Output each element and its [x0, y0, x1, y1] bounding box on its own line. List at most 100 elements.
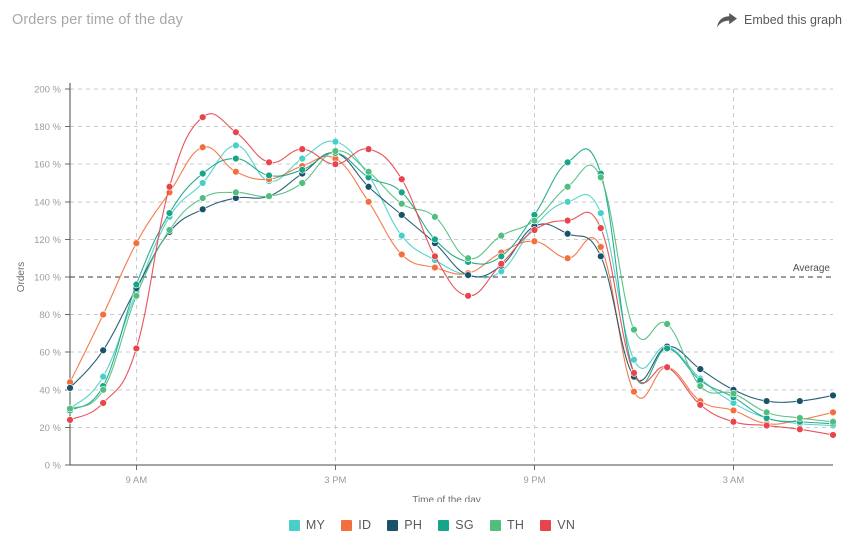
data-point[interactable] [398, 211, 406, 219]
data-point[interactable] [298, 154, 306, 163]
data-point[interactable] [431, 213, 439, 221]
data-point[interactable] [99, 310, 107, 319]
data-point[interactable] [431, 252, 439, 261]
data-point[interactable] [829, 431, 837, 439]
data-point[interactable] [132, 239, 141, 247]
data-point[interactable] [796, 414, 804, 422]
data-point[interactable] [232, 154, 240, 163]
embed-this-graph-button[interactable]: Embed this graph [717, 12, 842, 28]
data-point[interactable] [563, 158, 572, 167]
data-point[interactable] [729, 406, 738, 415]
data-point[interactable] [99, 346, 107, 355]
data-point[interactable] [729, 418, 738, 426]
data-point[interactable] [199, 143, 207, 151]
data-point[interactable] [563, 230, 572, 238]
data-point[interactable] [663, 363, 671, 371]
data-point[interactable] [696, 401, 704, 409]
data-point[interactable] [99, 372, 107, 381]
data-point[interactable] [464, 254, 472, 262]
data-point[interactable] [663, 344, 671, 353]
data-point[interactable] [232, 188, 240, 197]
data-point[interactable] [597, 243, 605, 251]
data-point[interactable] [132, 292, 141, 300]
data-point[interactable] [265, 158, 273, 167]
data-point[interactable] [199, 194, 207, 202]
data-point[interactable] [132, 280, 141, 289]
data-point[interactable] [696, 382, 704, 390]
data-point[interactable] [530, 216, 539, 225]
data-point[interactable] [199, 169, 207, 178]
legend-item-th[interactable]: TH [489, 518, 524, 532]
data-point[interactable] [530, 226, 539, 234]
data-point[interactable] [364, 168, 373, 176]
data-point[interactable] [829, 408, 837, 417]
legend-item-sg[interactable]: SG [438, 518, 474, 532]
data-point[interactable] [431, 263, 439, 272]
data-point[interactable] [364, 198, 373, 206]
data-point[interactable] [66, 416, 74, 424]
data-point[interactable] [265, 192, 273, 200]
data-point[interactable] [729, 389, 738, 398]
data-point[interactable] [563, 216, 572, 225]
data-point[interactable] [696, 365, 704, 373]
data-point[interactable] [464, 271, 472, 279]
data-point[interactable] [563, 254, 572, 262]
data-point[interactable] [497, 231, 505, 240]
data-point[interactable] [431, 235, 439, 244]
data-point[interactable] [464, 292, 472, 300]
data-point[interactable] [66, 384, 74, 392]
data-point[interactable] [298, 166, 306, 174]
data-point[interactable] [99, 386, 107, 394]
data-point[interactable] [298, 145, 306, 153]
data-point[interactable] [829, 418, 837, 426]
data-point[interactable] [232, 128, 240, 136]
data-point[interactable] [331, 137, 340, 146]
data-point[interactable] [199, 179, 207, 187]
data-point[interactable] [66, 404, 74, 413]
data-point[interactable] [232, 141, 240, 150]
data-point[interactable] [630, 387, 638, 396]
data-point[interactable] [663, 320, 671, 328]
data-point[interactable] [597, 252, 605, 261]
data-point[interactable] [398, 250, 406, 259]
data-point[interactable] [597, 173, 605, 182]
data-point[interactable] [132, 344, 141, 353]
data-point[interactable] [331, 147, 340, 155]
data-point[interactable] [364, 145, 373, 153]
data-point[interactable] [331, 160, 340, 168]
data-point[interactable] [497, 260, 505, 268]
data-point[interactable] [165, 183, 174, 191]
data-point[interactable] [398, 188, 406, 197]
data-point[interactable] [530, 237, 539, 245]
data-point[interactable] [762, 397, 771, 405]
data-point[interactable] [232, 168, 240, 176]
data-point[interactable] [165, 226, 174, 234]
data-point[interactable] [99, 399, 107, 407]
data-point[interactable] [165, 209, 174, 217]
data-point[interactable] [398, 175, 406, 183]
data-point[interactable] [364, 183, 373, 191]
data-point[interactable] [796, 397, 804, 405]
data-point[interactable] [497, 252, 505, 261]
data-point[interactable] [398, 199, 406, 208]
legend-item-my[interactable]: MY [288, 518, 325, 532]
data-point[interactable] [563, 198, 572, 206]
data-point[interactable] [630, 325, 638, 334]
data-point[interactable] [630, 356, 638, 364]
data-point[interactable] [762, 408, 771, 417]
data-point[interactable] [398, 231, 406, 240]
data-point[interactable] [199, 205, 207, 214]
data-point[interactable] [796, 425, 804, 433]
data-point[interactable] [298, 179, 306, 187]
data-point[interactable] [563, 183, 572, 191]
legend-item-ph[interactable]: PH [387, 518, 422, 532]
data-point[interactable] [630, 369, 638, 377]
legend-item-vn[interactable]: VN [540, 518, 575, 532]
legend-item-id[interactable]: ID [341, 518, 371, 532]
data-point[interactable] [199, 113, 207, 121]
data-point[interactable] [265, 171, 273, 180]
data-point[interactable] [597, 209, 605, 217]
data-point[interactable] [829, 391, 837, 400]
data-point[interactable] [597, 224, 605, 232]
data-point[interactable] [762, 421, 771, 430]
